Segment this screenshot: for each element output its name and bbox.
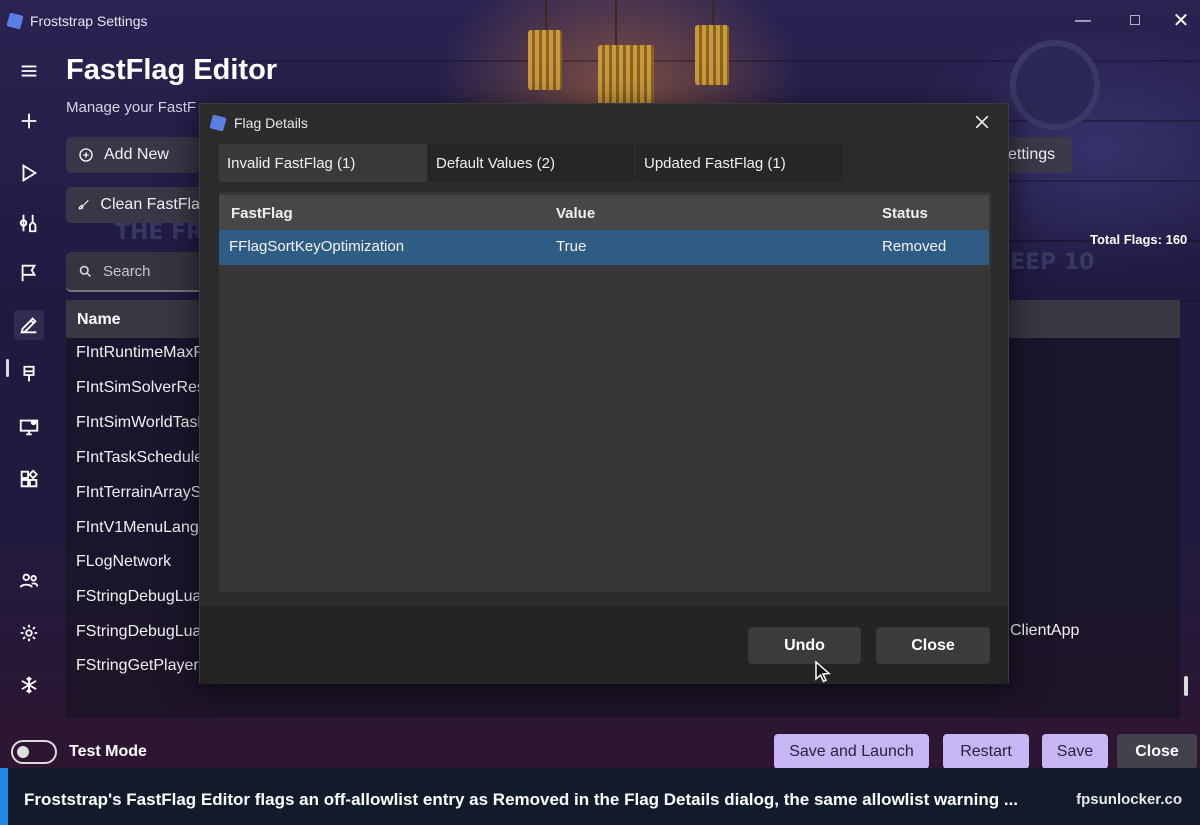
- mouse-cursor-icon: [815, 660, 831, 683]
- status-column-header[interactable]: Status: [882, 205, 928, 222]
- flag-row-name[interactable]: FIntTaskSchedule: [76, 449, 200, 467]
- flag-value-clientapp[interactable]: ClientApp: [1010, 622, 1079, 640]
- value-column-header[interactable]: Value: [556, 205, 595, 222]
- row-value-cell: True: [556, 238, 587, 255]
- dialog-title-bar: Flag Details: [200, 104, 1008, 142]
- row-status-cell: Removed: [882, 238, 947, 255]
- page-title: FastFlag Editor: [66, 54, 278, 86]
- flag-row-name[interactable]: FIntRuntimeMaxP: [76, 344, 200, 362]
- save-button[interactable]: Save: [1042, 734, 1108, 768]
- minimize-button[interactable]: —: [1068, 8, 1098, 34]
- title-bar: Froststrap Settings — □ ✕: [0, 0, 1200, 42]
- restart-button[interactable]: Restart: [943, 734, 1029, 768]
- undo-button[interactable]: Undo: [748, 627, 861, 664]
- search-icon: [79, 265, 92, 277]
- monitor-icon[interactable]: [14, 412, 44, 442]
- tab-default-values[interactable]: Default Values (2): [428, 144, 634, 182]
- maximize-button[interactable]: □: [1120, 8, 1150, 34]
- people-icon[interactable]: [14, 566, 44, 596]
- add-new-label: Add New: [104, 146, 169, 163]
- total-flags-count: Total Flags: 160: [1090, 232, 1188, 247]
- row-fastflag-cell: FFlagSortKeyOptimization: [229, 238, 405, 255]
- flag-icon[interactable]: [14, 258, 44, 288]
- toggle-knob: [17, 746, 29, 758]
- play-icon[interactable]: [14, 158, 44, 188]
- search-placeholder: Search: [103, 262, 151, 280]
- clean-fastflags-label: Clean FastFla: [100, 196, 200, 213]
- search-input[interactable]: Search: [66, 252, 206, 292]
- background-clock: [1010, 40, 1100, 130]
- dialog-logo-icon: [209, 114, 227, 132]
- brush-icon[interactable]: [14, 360, 44, 390]
- flag-row-name[interactable]: FIntSimSolverRes: [76, 379, 200, 397]
- flag-row-name[interactable]: FLogNetwork: [76, 553, 200, 571]
- add-new-button[interactable]: Add New: [66, 137, 200, 173]
- snowflake-icon[interactable]: [14, 670, 44, 700]
- caption-site[interactable]: fpsunlocker.co: [1076, 791, 1182, 808]
- active-indicator: [6, 359, 9, 377]
- caption-banner: Froststrap's FastFlag Editor flags an of…: [0, 768, 1200, 825]
- apps-icon[interactable]: [14, 464, 44, 494]
- wrench-icon[interactable]: [14, 208, 44, 238]
- flag-row-name[interactable]: FStringDebugLua: [76, 623, 200, 641]
- grid-header: [219, 195, 989, 230]
- flag-row-name[interactable]: FStringGetPlayerI: [76, 657, 200, 675]
- test-mode-toggle[interactable]: [11, 740, 57, 764]
- flag-row-name[interactable]: FIntV1MenuLang: [76, 519, 200, 537]
- window-title: Froststrap Settings: [30, 13, 148, 29]
- flag-row-name[interactable]: FStringDebugLua: [76, 588, 200, 606]
- settings-button[interactable]: ettings: [1008, 137, 1072, 173]
- edit-icon[interactable]: [14, 310, 44, 340]
- settings-label: ettings: [1008, 146, 1056, 163]
- name-column-header[interactable]: Name: [77, 311, 121, 329]
- menu-icon[interactable]: [14, 56, 44, 86]
- fastflag-column-header[interactable]: FastFlag: [231, 205, 293, 222]
- window-close-button[interactable]: ✕: [1166, 8, 1196, 34]
- page-subtitle: Manage your FastF: [66, 99, 197, 116]
- close-button[interactable]: Close: [1117, 734, 1197, 768]
- save-and-launch-button[interactable]: Save and Launch: [774, 734, 929, 768]
- dialog-title: Flag Details: [234, 115, 308, 131]
- sidebar: [0, 42, 60, 732]
- tab-updated-fastflag[interactable]: Updated FastFlag (1): [636, 144, 842, 182]
- flag-row-name[interactable]: FIntSimWorldTask: [76, 414, 200, 432]
- app-logo-icon: [6, 12, 24, 30]
- flag-row-name[interactable]: FIntTerrainArrayS: [76, 484, 200, 502]
- flag-details-dialog: Flag Details Invalid FastFlag (1) Defaul…: [199, 103, 1009, 684]
- table-scrollbar[interactable]: [1184, 676, 1188, 696]
- clean-fastflags-button[interactable]: Clean FastFla: [66, 187, 200, 223]
- dialog-close-button[interactable]: Close: [876, 627, 990, 664]
- caption-accent-bar: [0, 768, 8, 825]
- caption-text: Froststrap's FastFlag Editor flags an of…: [24, 790, 1019, 809]
- dialog-close-icon[interactable]: [972, 112, 992, 132]
- gear-icon[interactable]: [14, 618, 44, 648]
- test-mode-label: Test Mode: [69, 743, 147, 760]
- tab-invalid-fastflag[interactable]: Invalid FastFlag (1): [219, 144, 427, 182]
- broom-icon: [78, 199, 89, 210]
- add-circle-icon: [79, 148, 93, 162]
- plus-icon[interactable]: [14, 106, 44, 136]
- app-window: THE FREE EEP 10 Froststrap Settings — □ …: [0, 0, 1200, 768]
